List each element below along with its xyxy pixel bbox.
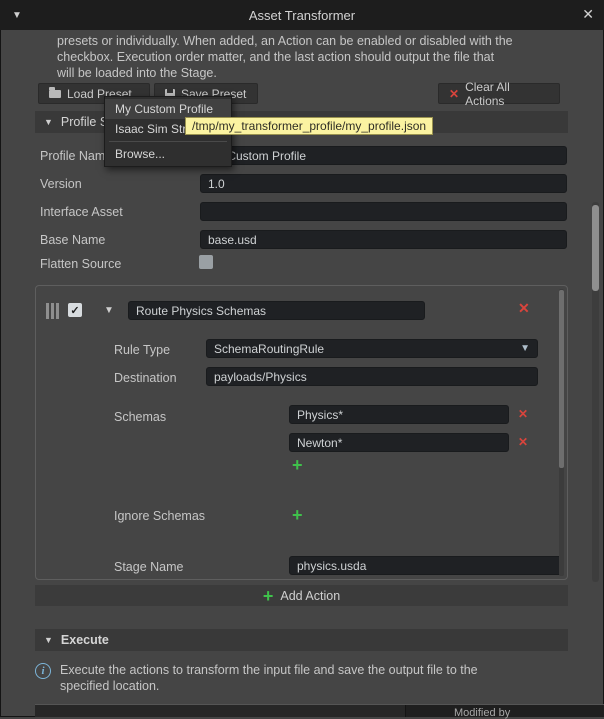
flatten-source-label: Flatten Source <box>40 257 121 271</box>
flatten-source-checkbox[interactable] <box>199 255 213 269</box>
profile-name-input[interactable]: My Custom Profile <box>200 146 567 165</box>
execute-header[interactable]: ▼ Execute <box>35 629 568 651</box>
add-action-plus-icon: + <box>263 589 274 603</box>
execute-chevron-down-icon: ▼ <box>44 635 53 645</box>
window-title: Asset Transformer <box>0 8 604 23</box>
action-panel-scrollbar-thumb[interactable] <box>559 290 564 468</box>
schema-remove-icon-1[interactable]: ✕ <box>518 407 528 421</box>
version-input[interactable]: 1.0 <box>200 174 567 193</box>
window-scrollbar[interactable] <box>592 202 599 582</box>
schema-remove-icon-2[interactable]: ✕ <box>518 435 528 449</box>
footer-row: Modified by <box>35 704 604 717</box>
window-scrollbar-thumb[interactable] <box>592 205 599 291</box>
intro-text: presets or individually. When added, an … <box>57 33 562 81</box>
interface-asset-label: Interface Asset <box>40 205 123 219</box>
base-name-input[interactable]: base.usd <box>200 230 567 249</box>
rule-type-value: SchemaRoutingRule <box>214 342 324 356</box>
modified-by-header: Modified by <box>405 705 604 717</box>
stage-name-input[interactable]: physics.usda <box>289 556 564 575</box>
chevron-down-icon: ▼ <box>44 117 53 127</box>
rule-type-dropdown[interactable]: SchemaRoutingRule ▼ <box>206 339 538 358</box>
rule-type-label: Rule Type <box>114 343 170 357</box>
action-name-input[interactable]: Route Physics Schemas <box>128 301 425 320</box>
menu-separator <box>109 141 227 142</box>
add-action-label: Add Action <box>280 589 340 603</box>
execute-info-line-2: specified location. <box>60 678 560 694</box>
action-panel-scrollbar[interactable] <box>559 289 564 576</box>
schemas-label: Schemas <box>114 410 166 424</box>
add-ignore-schema-icon[interactable]: + <box>292 508 303 522</box>
menu-item-browse[interactable]: Browse... <box>105 144 231 164</box>
action-delete-icon[interactable]: ✕ <box>518 300 530 317</box>
dropdown-arrow-icon: ▼ <box>520 343 530 354</box>
profile-path-tooltip: /tmp/my_transformer_profile/my_profile.j… <box>185 117 433 135</box>
destination-label: Destination <box>114 371 177 385</box>
execute-info-text: Execute the actions to transform the inp… <box>60 662 560 694</box>
execute-info-line-1: Execute the actions to transform the inp… <box>60 662 560 678</box>
menu-item-my-custom-profile[interactable]: My Custom Profile <box>105 99 231 119</box>
profile-name-label: Profile Name <box>40 149 112 163</box>
base-name-label: Base Name <box>40 233 105 247</box>
interface-asset-input[interactable] <box>200 202 567 221</box>
schema-input-1[interactable]: Physics* <box>289 405 509 424</box>
intro-line-1: presets or individually. When added, an … <box>57 33 562 49</box>
window-close-icon[interactable]: ✕ <box>582 6 594 23</box>
version-label: Version <box>40 177 82 191</box>
clear-all-actions-button[interactable]: ✕ Clear All Actions <box>438 83 560 104</box>
action-chevron-down-icon[interactable]: ▼ <box>104 305 114 316</box>
clear-icon: ✕ <box>449 87 459 101</box>
add-action-button[interactable]: + Add Action <box>35 585 568 606</box>
add-schema-icon[interactable]: + <box>292 458 303 472</box>
destination-input[interactable]: payloads/Physics <box>206 367 538 386</box>
action-enabled-checkbox[interactable]: ✓ <box>68 303 82 317</box>
stage-name-label: Stage Name <box>114 560 183 574</box>
window-titlebar: ▼ Asset Transformer ✕ <box>0 0 604 30</box>
execute-title: Execute <box>61 633 109 647</box>
schema-input-2[interactable]: Newton* <box>289 433 509 452</box>
action-panel: ✓ ▼ Route Physics Schemas ✕ Rule Type Sc… <box>35 285 568 580</box>
intro-line-2: checkbox. Execution order matter, and th… <box>57 49 562 65</box>
drag-handle-icon[interactable] <box>46 303 59 319</box>
ignore-schemas-label: Ignore Schemas <box>114 509 205 523</box>
info-icon: i <box>35 663 51 679</box>
clear-all-actions-label: Clear All Actions <box>465 80 549 108</box>
folder-icon <box>49 90 61 98</box>
